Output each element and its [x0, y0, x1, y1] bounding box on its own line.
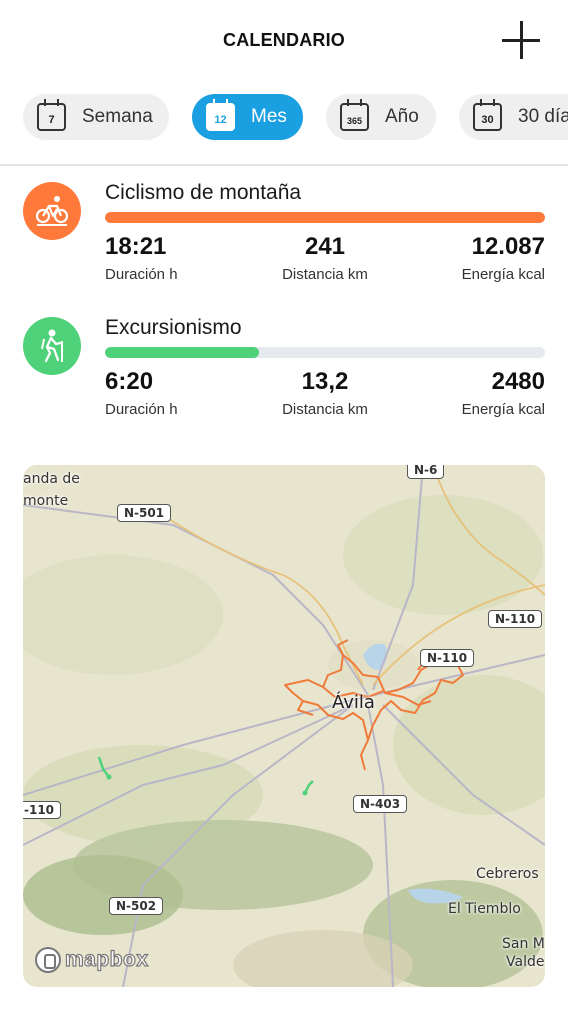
attribution-text: mapbox [64, 947, 149, 971]
distance-stat: 13,2 Distancia km [260, 368, 390, 418]
duration-label: Duración h [105, 266, 178, 283]
mapbox-logo[interactable]: mapbox [35, 947, 149, 973]
road-label: N-403 [353, 795, 408, 813]
duration-value: 18:21 [105, 233, 167, 260]
place-label: El Tiemblo [448, 901, 521, 917]
activity-map[interactable]: anda de montе Cebreros El Tiemblo San M … [23, 465, 545, 987]
duration-stat: 18:21 Duración h [105, 233, 178, 283]
tab-month[interactable]: 12 Mes [192, 94, 303, 140]
plus-icon[interactable] [500, 19, 542, 61]
activity-summary-cycling[interactable]: Ciclismo de montaña 18:21 Duración h 241… [0, 176, 568, 296]
progress-bar [105, 347, 545, 358]
road-label: N-502 [109, 897, 164, 915]
distance-value: 241 [304, 233, 346, 260]
tab-label: Semana [82, 106, 153, 127]
city-label: Ávila [332, 692, 375, 713]
place-label: anda de [23, 471, 80, 487]
road-label: -110 [23, 801, 62, 819]
duration-value: 6:20 [105, 368, 154, 395]
progress-fill [105, 347, 259, 358]
place-label: San M [502, 936, 545, 952]
road-label: N-6 [407, 465, 445, 479]
activity-summary-hiking[interactable]: Excursionismo 6:20 Duración h 13,2 Dista… [0, 311, 568, 431]
tab-label: 30 día [518, 106, 568, 127]
activity-name: Excursionismo [105, 316, 242, 339]
distance-label: Distancia km [282, 401, 368, 418]
energy-value: 2480 [491, 368, 545, 395]
mapbox-icon [35, 947, 61, 973]
calendar-icon: 12 [206, 99, 235, 131]
tab-label: Mes [251, 106, 287, 127]
energy-stat: 12.087 Energía kcal [405, 233, 545, 283]
distance-value: 13,2 [301, 368, 349, 395]
activity-name: Ciclismo de montaña [105, 181, 302, 204]
energy-value: 12.087 [471, 233, 545, 260]
distance-stat: 241 Distancia km [260, 233, 390, 283]
mountain-bike-icon [23, 182, 81, 240]
calendar-icon: 30 [473, 99, 502, 131]
place-label: montе [23, 493, 69, 509]
place-label: Valde [506, 954, 545, 970]
page-title: CALENDARIO [223, 30, 345, 50]
tab-30-days[interactable]: 30 30 día [459, 94, 568, 140]
energy-stat: 2480 Energía kcal [405, 368, 545, 418]
road-label: N-501 [117, 504, 172, 522]
tab-label: Año [385, 106, 419, 127]
road-label: N-110 [488, 610, 543, 628]
divider [0, 164, 568, 166]
place-label: Cebreros [476, 866, 539, 882]
hiking-icon [23, 317, 81, 375]
progress-bar [105, 212, 545, 223]
header: CALENDARIO [0, 0, 568, 84]
duration-stat: 6:20 Duración h [105, 368, 178, 418]
distance-label: Distancia km [282, 266, 368, 283]
period-tabs: 7 Semana 12 Mes 365 Año 30 30 día [0, 94, 568, 142]
energy-label: Energía kcal [461, 401, 545, 418]
calendar-icon: 365 [340, 99, 369, 131]
duration-label: Duración h [105, 401, 178, 418]
tab-year[interactable]: 365 Año [326, 94, 436, 140]
tab-week[interactable]: 7 Semana [23, 94, 169, 140]
energy-label: Energía kcal [461, 266, 545, 283]
road-label: N-110 [420, 649, 475, 667]
calendar-icon: 7 [37, 99, 66, 131]
progress-fill [105, 212, 545, 223]
